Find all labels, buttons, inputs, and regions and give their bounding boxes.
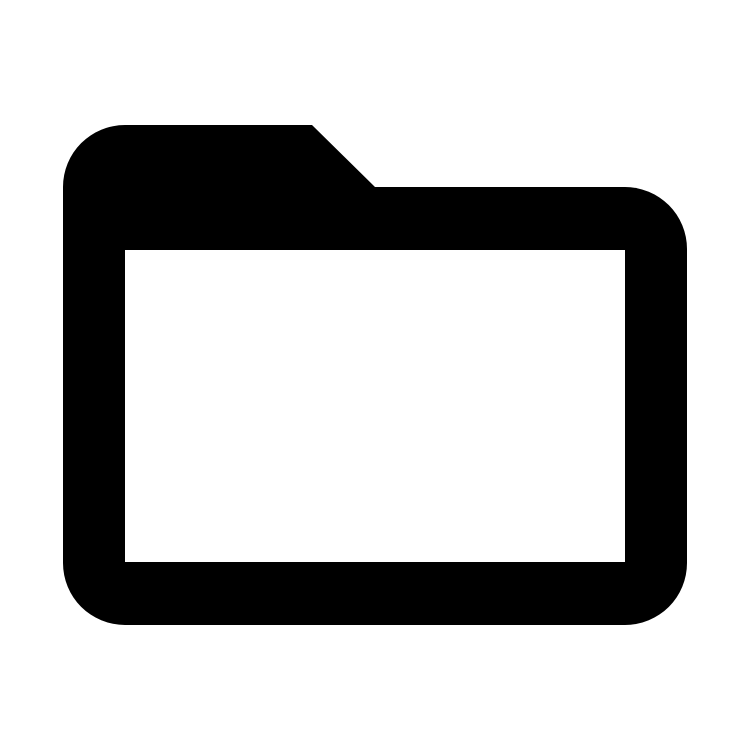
- folder-icon: [63, 125, 687, 625]
- icon-canvas: [0, 0, 750, 750]
- folder-outline: [63, 125, 687, 625]
